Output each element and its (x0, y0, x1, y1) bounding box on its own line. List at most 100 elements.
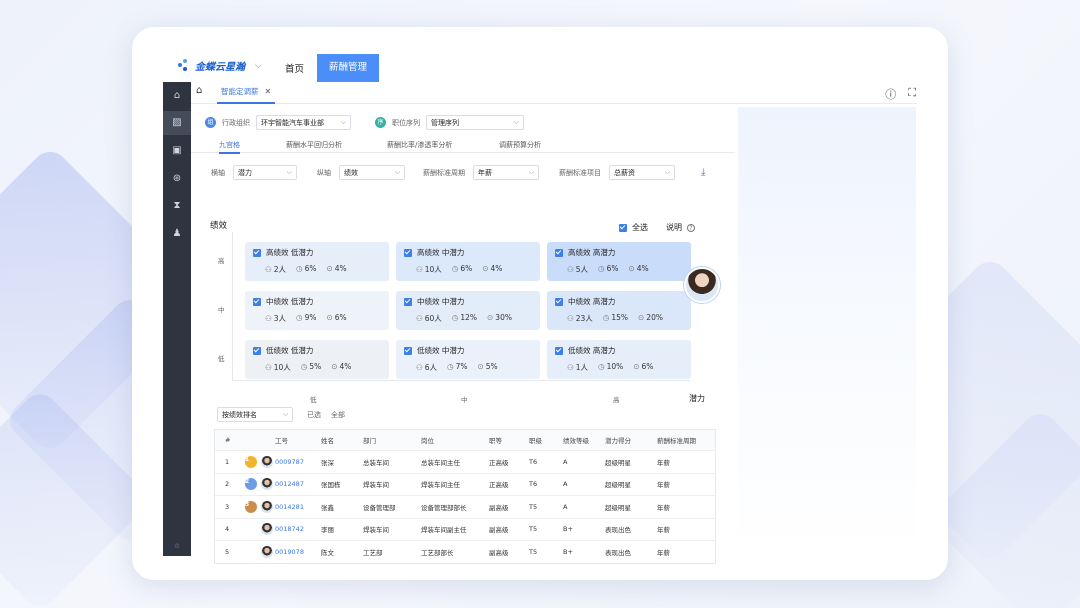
table-row[interactable]: 4 0018742 李丽 焊装车间 焊装车间副主任 副高级 T5 B+ 表现出色 年薪 (215, 517, 715, 541)
item-select[interactable]: 总薪资 ⌵ (609, 165, 675, 180)
employee-avatar (261, 523, 273, 536)
grid-cell[interactable]: 低绩效 中潜力 ⚇ 6人 ◷ 7% ⊙ 5% (396, 340, 540, 379)
row-avatar-cell: 3 (245, 500, 275, 513)
table-row[interactable]: 2 2 0012487 张国栋 焊装车间 焊装车间主任 正高级 T6 A 超级明星 年薪 (215, 472, 715, 496)
grid-cell[interactable]: 中绩效 高潜力 ⚇ 23人 ◷ 15% ⊙ 20% (547, 291, 691, 330)
tab-smart-salary[interactable]: 智能定调薪 ✕ (217, 82, 276, 104)
cell-id[interactable]: 0019078 (275, 548, 321, 556)
h-axis-select[interactable]: 潜力 ⌵ (233, 165, 297, 180)
period-value: 年薪 (478, 168, 492, 177)
series-select[interactable]: 管理序列 ⌵ (426, 115, 524, 130)
cell-percent-1: ◷ 9% (296, 313, 317, 322)
person-icon: ⚇ (567, 363, 574, 372)
nav-salary-management[interactable]: 薪酬管理 (317, 54, 379, 82)
cell-post: 设备管理部部长 (421, 503, 467, 512)
window-tools: ⓘ ⛶ (885, 86, 916, 102)
hourglass-icon: ⧗ (173, 200, 181, 211)
column-header: 岗位 (421, 437, 434, 445)
grid-cell[interactable]: 高绩效 中潜力 ⚇ 10人 ◷ 6% ⊙ 4% (396, 242, 540, 281)
fullscreen-icon[interactable]: ⛶ (908, 86, 916, 102)
sidebar-item-home[interactable]: ⌂ (163, 84, 191, 108)
cell-checkbox[interactable] (555, 248, 563, 257)
chevron-down-icon: ⌵ (286, 168, 292, 176)
cell-name: 张鑫 (321, 503, 334, 512)
person-icon: ⚇ (265, 265, 272, 274)
close-icon[interactable]: ✕ (265, 87, 272, 96)
cell-post: 焊装车间副主任 (421, 526, 467, 535)
sidebar-item-hourglass[interactable]: ⧗ (163, 194, 191, 218)
v-axis-select[interactable]: 绩效 ⌵ (339, 165, 405, 180)
download-icon[interactable]: ⤓ (701, 167, 705, 178)
grid-cell[interactable]: 低绩效 高潜力 ⚇ 1人 ◷ 10% ⊙ 6% (547, 340, 691, 379)
cell-checkbox[interactable] (253, 248, 261, 257)
cell-checkbox[interactable] (555, 346, 563, 355)
home-icon: ⌂ (173, 90, 181, 101)
tab-nine-grid[interactable]: 九宫格 (219, 140, 240, 154)
collapse-sidebar-icon[interactable]: ☆ (163, 537, 191, 556)
cell-checkbox[interactable] (404, 346, 412, 355)
cell-count: ⚇ 23人 (567, 314, 593, 323)
left-sidebar: ⌂ ▨ ▣ ⊛ ⧗ ♟ (163, 82, 191, 556)
chevron-down-icon: ⌵ (528, 168, 534, 176)
cell-percent-1: ◷ 6% (296, 264, 317, 273)
avatar[interactable] (684, 267, 720, 303)
employee-avatar (261, 500, 273, 513)
help-icon[interactable]: ⓘ (885, 86, 896, 102)
sidebar-item-analytics[interactable]: ▨ (163, 111, 191, 135)
cell-grade: 副高级 (489, 503, 509, 512)
sort-select[interactable]: 按绩效排名 ⌵ (217, 407, 293, 422)
grid-cell[interactable]: 低绩效 低潜力 ⚇ 10人 ◷ 5% ⊙ 4% (245, 340, 389, 379)
table-row[interactable]: 5 0019078 陈文 工艺部 工艺部部长 副高级 T5 B+ 表现出色 年薪 (215, 540, 715, 563)
chevron-down-icon[interactable]: ⌵ (255, 61, 262, 71)
nav-home[interactable]: 首页 (285, 61, 304, 75)
row-number: 5 (225, 547, 230, 556)
cell-percent-2: ⊙ 6% (633, 362, 654, 371)
cell-dept: 设备管理部 (363, 503, 396, 512)
cell-count: ⚇ 10人 (416, 265, 442, 274)
table-row[interactable]: 3 3 0014281 张鑫 设备管理部 设备管理部部长 副高级 T5 A 超级明星 年薪 (215, 495, 715, 518)
cell-title: 低绩效 低潜力 (266, 346, 314, 355)
brand-logo[interactable]: 金蝶云星瀚 ⌵ (178, 58, 262, 73)
cell-percent-1: ◷ 5% (300, 362, 322, 371)
cell-potential: 表现出色 (605, 548, 631, 557)
question-icon[interactable]: ? (687, 223, 695, 232)
sidebar-item-compass[interactable]: ⊛ (163, 167, 191, 191)
compass-icon: ⊛ (172, 173, 182, 184)
cell-grade: 副高级 (489, 526, 509, 535)
cell-checkbox[interactable] (555, 297, 563, 306)
cell-id[interactable]: 0009787 (275, 458, 321, 466)
cell-checkbox[interactable] (404, 297, 412, 306)
target-icon: ⊙ (628, 264, 635, 273)
cell-title: 高绩效 中潜力 (417, 248, 465, 257)
tab-ratio[interactable]: 薪酬比率/渗透率分析 (387, 140, 452, 150)
cell-potential: 超级明星 (605, 481, 631, 490)
sidebar-item-bookmark[interactable]: ▣ (163, 139, 191, 163)
chevron-down-icon: ⌵ (282, 410, 288, 418)
cell-grade: 正高级 (489, 481, 509, 490)
cell-checkbox[interactable] (253, 346, 261, 355)
grid-cell[interactable]: 中绩效 低潜力 ⚇ 3人 ◷ 9% ⊙ 6% (245, 291, 389, 330)
x-label-low: 低 (310, 396, 317, 404)
period-select[interactable]: 年薪 ⌵ (473, 165, 539, 180)
cell-dept: 焊装车间 (363, 526, 389, 535)
grid-cell[interactable]: 高绩效 低潜力 ⚇ 2人 ◷ 6% ⊙ 4% (245, 242, 389, 281)
bookmark-icon: ▣ (172, 145, 182, 156)
grid-cell[interactable]: 高绩效 高潜力 ⚇ 5人 ◷ 6% ⊙ 4% (547, 242, 691, 281)
tab-regression[interactable]: 薪酬水平回归分析 (286, 140, 342, 150)
home-tab-icon[interactable]: ⌂ (196, 85, 202, 96)
cell-checkbox[interactable] (253, 297, 261, 306)
select-all-checkbox[interactable] (619, 223, 627, 232)
cell-checkbox[interactable] (404, 248, 412, 257)
item-value: 总薪资 (614, 168, 635, 177)
v-axis-value: 绩效 (344, 168, 358, 177)
table-row[interactable]: 1 1 0009787 张深 总装车间 总装车间主任 正高级 T6 A 超级明星 年薪 (215, 450, 715, 473)
tab-budget[interactable]: 调薪预算分析 (499, 140, 541, 150)
cell-id[interactable]: 0014281 (275, 503, 321, 511)
analysis-tabs: 九宫格 薪酬水平回归分析 薪酬比率/渗透率分析 调薪预算分析 (191, 137, 735, 154)
org-select[interactable]: 环宇智能汽车事业部 ⌵ (256, 115, 351, 130)
cell-id[interactable]: 0018742 (275, 525, 321, 533)
sidebar-item-user[interactable]: ♟ (163, 222, 191, 246)
row-avatar-cell (245, 523, 275, 536)
grid-cell[interactable]: 中绩效 中潜力 ⚇ 60人 ◷ 12% ⊙ 30% (396, 291, 540, 330)
cell-id[interactable]: 0012487 (275, 480, 321, 488)
